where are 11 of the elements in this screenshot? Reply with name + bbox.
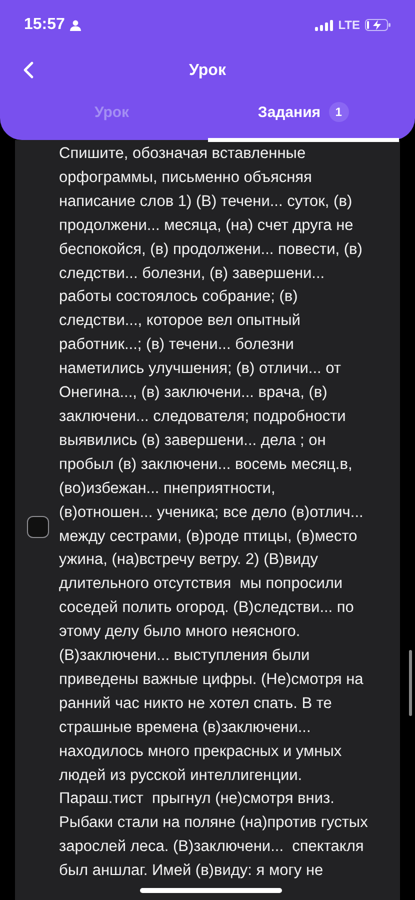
chevron-left-icon xyxy=(22,61,34,79)
network-type: LTE xyxy=(338,18,360,32)
signal-icon xyxy=(315,20,334,30)
scrollbar xyxy=(409,650,412,716)
screen-title: Урок xyxy=(189,62,226,80)
task-text: Спишите, обозначая вставленные орфограммы, письменно объясняя написание слов 1) (В) течени... суток, (в) продолжени... месяца, (на) счет друга не беспокойся, (в) продолжени... повести, (в) следстви... болезни, (в) завершени... работы состоялось собрание; (в) следстви..., которое вел опытный работник...; (в) течени... болезни наметились улучшения; (в) отличи... от Онегина..., (в) заключени... врача, (в) заключени... следователя; подробности выявились (в) завершени... дела ; он пробыл (в) заключени... восемь месяц.в, (во)избежан... пнеприятности, (в)отношен... ученика; все дело (в)отлич... между сестрами, (в)роде птицы, (в)место ужина, (на)встречу ветру. 2) (В)виду длительного отсутствия мы попросили соседей полить огород. (В)следстви... по этому делу было много неясного. (В)заключени... выступления были приведены важные цифры. (Не)смотря на ранний час никто не хотел спать. В те страшные времена (в)заключени... находилось много прекрасных и умных людей из русской интеллигенции. Параш.тист прыгнул (не)смотря вниз. Рыбаки стали на поляне (на)против густых зарослей леса. (В)заключени... спектакля был аншлаг. Имей (в)виду: я могу не xyxy=(59,144,368,882)
person-icon xyxy=(70,20,81,30)
status-time: 15:57 xyxy=(24,16,65,34)
count-badge: 1 xyxy=(328,102,349,122)
battery-charging-icon xyxy=(365,19,391,31)
task-checkbox[interactable] xyxy=(27,516,49,538)
